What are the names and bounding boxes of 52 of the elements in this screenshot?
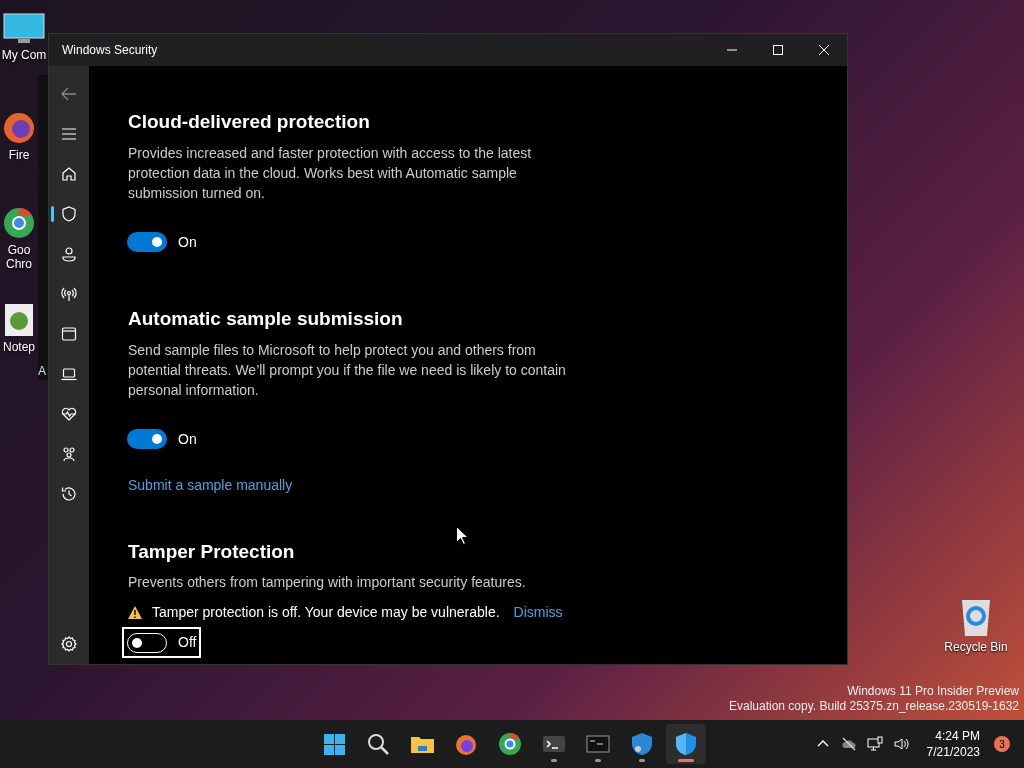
watermark-text: Evaluation copy. Build 25375.zn_release.230519-1632 xyxy=(729,699,1019,714)
menu-icon xyxy=(61,126,77,142)
cursor-icon xyxy=(456,526,468,545)
window-icon xyxy=(61,326,77,342)
shield-icon xyxy=(61,206,77,222)
volume-icon[interactable] xyxy=(892,736,909,752)
shield-icon xyxy=(674,732,698,756)
window-text: A xyxy=(38,363,46,380)
windows-logo-icon xyxy=(322,732,346,756)
recycle-bin-icon[interactable] xyxy=(959,598,993,638)
home-icon xyxy=(61,166,77,182)
window-title: Windows Security xyxy=(62,42,159,59)
section-heading: Cloud-delivered protection xyxy=(128,111,371,134)
maximize-icon xyxy=(773,45,783,55)
desktop-icon-label[interactable]: Fire xyxy=(0,148,38,162)
toggle-label: On xyxy=(178,429,197,449)
toggle-label: On xyxy=(178,232,197,252)
person-icon xyxy=(61,246,77,262)
people-icon xyxy=(61,446,77,462)
close-icon xyxy=(819,45,829,55)
section-description: Provides increased and faster protection with access to the latest protection data in the cloud. Works best with Automatic sample submission turned on. xyxy=(128,143,533,203)
toggle-switch[interactable] xyxy=(127,232,167,253)
desktop-icon-label[interactable]: Goo Chro xyxy=(0,243,38,271)
taskbar-app[interactable] xyxy=(666,724,706,764)
desktop-icon-label[interactable]: My Com xyxy=(0,48,48,62)
laptop-icon xyxy=(61,366,77,382)
toggle-switch[interactable] xyxy=(127,429,167,450)
antenna-icon xyxy=(61,286,77,302)
clock-time[interactable]: 4:24 PM xyxy=(926,728,980,744)
submit-sample-link[interactable]: Submit a sample manually xyxy=(128,474,293,496)
cloud-off-icon[interactable] xyxy=(840,736,857,752)
back-arrow-icon xyxy=(61,86,77,102)
toggle-label: Off xyxy=(178,633,197,653)
clock-date[interactable]: 7/21/2023 xyxy=(926,744,980,760)
history-icon xyxy=(61,486,77,502)
section-description: Prevents others from tampering with important security features. xyxy=(128,573,527,593)
search-icon xyxy=(366,732,390,756)
warning-text: Tamper protection is off. Your device may be vulnerable. xyxy=(152,603,500,623)
section-description: Send sample files to Microsoft to help protect you and others from potential threats. We’ll prompt you if the file we need is likely to contain personal information. xyxy=(128,340,567,400)
warning-icon xyxy=(128,606,142,620)
desktop-icon-label[interactable]: Recycle Bin xyxy=(940,638,1012,656)
network-icon[interactable] xyxy=(866,736,883,752)
heart-pulse-icon xyxy=(61,406,77,422)
section-heading: Automatic sample submission xyxy=(128,307,404,331)
section-heading: Tamper Protection xyxy=(128,540,296,564)
command-prompt-icon xyxy=(586,732,610,756)
watermark-text: Windows 11 Pro Insider Preview xyxy=(846,684,1019,699)
computer-icon[interactable] xyxy=(0,12,48,46)
notification-count[interactable]: 3 xyxy=(994,736,1010,752)
dismiss-link[interactable]: Dismiss xyxy=(513,602,563,624)
settings-icon xyxy=(61,636,77,652)
desktop-icon-label[interactable]: Notep xyxy=(0,340,38,354)
